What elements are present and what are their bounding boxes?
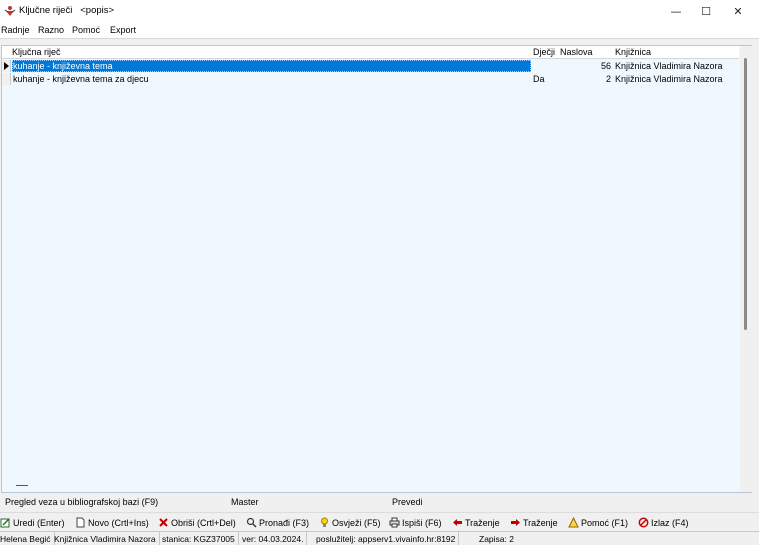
help-icon <box>568 517 579 528</box>
keywords-grid[interactable]: Ključna riječ Dječji Naslova Knjižnica k… <box>1 45 752 493</box>
status-user: Helena Begić <box>0 532 55 545</box>
row-indicator <box>2 60 11 72</box>
table-row[interactable]: kuhanje - književna tema za djecu Da 2 K… <box>2 73 739 85</box>
new-document-icon <box>76 517 85 528</box>
master-link[interactable]: Master <box>231 497 259 507</box>
status-library: Knjižnica Vladimira Nazora <box>51 532 160 545</box>
horizontal-scrollbar[interactable] <box>16 485 28 486</box>
search-back-button[interactable]: Traženje <box>452 516 500 529</box>
menu-export[interactable]: Export <box>110 25 136 35</box>
edit-button-label: Uredi (Enter) <box>13 517 65 528</box>
table-row[interactable]: kuhanje - književna tema 56 Knjižnica Vl… <box>2 60 739 72</box>
find-button-label: Pronađi (F3) <box>259 517 310 528</box>
exit-button-label: Izlaz (F4) <box>651 517 689 528</box>
current-row-arrow-icon <box>4 62 9 70</box>
close-button[interactable]: ✕ <box>722 0 754 22</box>
search-back-button-label: Traženje <box>465 517 500 528</box>
search-forward-button[interactable]: Traženje <box>510 516 558 529</box>
translate-link[interactable]: Prevedi <box>392 497 423 507</box>
minimize-button[interactable]: — <box>660 0 692 22</box>
status-station: stanica: KGZ37005 <box>159 532 239 545</box>
cell-library[interactable]: Knjižnica Vladimira Nazora <box>615 73 737 85</box>
app-logo-icon <box>4 6 16 16</box>
refresh-button-label: Osvježi (F5) <box>332 517 381 528</box>
print-button-label: Ispiši (F6) <box>402 517 442 528</box>
cell-children[interactable]: Da <box>533 73 559 85</box>
menu-razno[interactable]: Razno <box>38 25 64 35</box>
menu-pomoc[interactable]: Pomoć <box>72 25 100 35</box>
menu-radnje[interactable]: Radnje <box>1 25 30 35</box>
cell-keyword[interactable]: kuhanje - književna tema za djecu <box>12 73 531 85</box>
scrollbar-thumb[interactable] <box>744 58 747 330</box>
refresh-button[interactable]: Osvježi (F5) <box>319 516 381 529</box>
arrow-left-icon <box>453 519 462 526</box>
lightbulb-icon <box>321 517 328 527</box>
status-version: ver: 04.03.2024. <box>239 532 308 545</box>
minimize-icon: — <box>670 4 682 18</box>
help-button[interactable]: Pomoć (F1) <box>568 516 628 529</box>
action-toolbar: Uredi (Enter) Novo (Crtl+Ins) Obriši (Cr… <box>0 512 759 530</box>
details-bar: Pregled veza u bibliografskoj bazi (F9) … <box>0 494 759 510</box>
maximize-icon: ☐ <box>701 4 711 18</box>
window-title: Ključne riječi <popis> <box>19 5 115 16</box>
status-server: poslužitelj: appserv1.vivainfo.hr:8192 <box>313 532 460 545</box>
edit-button[interactable]: Uredi (Enter) <box>0 516 65 529</box>
find-button[interactable]: Pronađi (F3) <box>246 516 309 529</box>
edit-icon <box>0 518 10 528</box>
status-record-count: Zapisa: 2 <box>479 534 514 544</box>
close-icon: ✕ <box>733 4 743 18</box>
grid-header: Ključna riječ Dječji Naslova Knjižnica <box>2 46 739 59</box>
arrow-right-icon <box>511 519 520 526</box>
menu-bar: Radnje Razno Pomoć Export <box>0 22 759 39</box>
exit-button[interactable]: Izlaz (F4) <box>638 516 689 529</box>
column-header-keyword[interactable]: Ključna riječ <box>12 47 61 57</box>
column-header-library[interactable]: Knjižnica <box>615 47 651 57</box>
new-button[interactable]: Novo (Crtl+Ins) <box>75 516 149 529</box>
vertical-scrollbar[interactable] <box>740 46 752 492</box>
status-bar: Helena Begić Knjižnica Vladimira Nazora … <box>0 531 759 545</box>
cell-titles[interactable]: 56 <box>560 60 611 72</box>
no-entry-icon <box>638 517 649 528</box>
cell-keyword[interactable]: kuhanje - književna tema <box>12 60 531 72</box>
print-button[interactable]: Ispiši (F6) <box>389 516 442 529</box>
delete-button-label: Obriši (Crtl+Del) <box>171 517 236 528</box>
cell-titles[interactable]: 2 <box>560 73 611 85</box>
magnifier-icon <box>246 517 257 528</box>
column-header-children[interactable]: Dječji <box>533 47 555 57</box>
links-in-bibliographic-base-link[interactable]: Pregled veza u bibliografskoj bazi (F9) <box>5 497 158 507</box>
new-button-label: Novo (Crtl+Ins) <box>88 517 149 528</box>
title-bar: Ključne riječi <popis> — ☐ ✕ <box>0 0 759 22</box>
cell-children[interactable] <box>533 60 559 72</box>
help-button-label: Pomoć (F1) <box>581 517 629 528</box>
delete-button[interactable]: Obriši (Crtl+Del) <box>158 516 236 529</box>
printer-icon <box>389 517 400 528</box>
cell-library[interactable]: Knjižnica Vladimira Nazora <box>615 60 737 72</box>
delete-icon <box>159 518 168 527</box>
search-forward-button-label: Traženje <box>523 517 558 528</box>
row-indicator <box>2 73 11 85</box>
maximize-button[interactable]: ☐ <box>690 0 722 22</box>
column-header-titles[interactable]: Naslova <box>560 47 593 57</box>
